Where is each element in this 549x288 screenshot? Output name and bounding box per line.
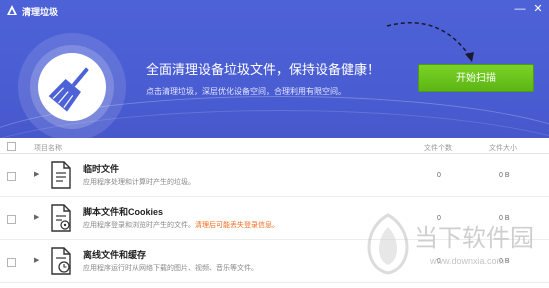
app-logo-icon xyxy=(7,5,17,15)
expand-arrow-icon[interactable]: ▶ xyxy=(34,213,39,221)
watermark-url: www.downxia.com xyxy=(430,256,505,266)
clock-file-icon xyxy=(51,247,71,275)
row-file-count: 0 xyxy=(437,172,441,179)
column-header-size: 文件大小 xyxy=(489,145,517,152)
column-header-count: 文件个数 xyxy=(424,145,452,152)
watermark-brand: 当下软件园 xyxy=(414,224,534,252)
hero-headline: 全面清理设备垃圾文件，保持设备健康！ xyxy=(146,62,381,77)
row-description-text: 应用程序登录和浏览时产生的文件。 xyxy=(83,222,195,229)
watermark-logo-icon xyxy=(367,213,409,275)
close-button[interactable]: ✕ xyxy=(530,2,546,16)
row-warning-text: 清理后可能丢失登录信息。 xyxy=(195,222,279,229)
row-checkbox[interactable] xyxy=(7,215,16,224)
row-name: 临时文件 xyxy=(83,164,120,174)
column-header-name: 项目名称 xyxy=(34,145,62,152)
row-name: 脚本文件和Cookies xyxy=(83,207,164,217)
minimize-button[interactable]: — xyxy=(512,2,528,16)
expand-arrow-icon[interactable]: ▶ xyxy=(34,170,39,178)
select-all-checkbox[interactable] xyxy=(7,142,16,151)
script-file-icon xyxy=(51,204,71,232)
header-banner: 清理垃圾 — ✕ 全面清理设备垃圾文件，保持设备健康！ 点击清理垃圾，深层优化设… xyxy=(0,0,549,138)
row-file-size: 0 B xyxy=(499,172,510,179)
expand-arrow-icon[interactable]: ▶ xyxy=(34,256,39,264)
row-checkbox[interactable] xyxy=(7,172,16,181)
row-description: 应用程序处理和计算时产生的垃圾。 xyxy=(83,177,195,187)
table-row[interactable]: ▶ 临时文件 应用程序处理和计算时产生的垃圾。 0 0 B xyxy=(0,155,549,197)
row-checkbox[interactable] xyxy=(7,258,16,267)
document-icon xyxy=(51,161,71,189)
start-scan-button[interactable]: 开始扫描 xyxy=(418,64,534,92)
dashed-arrow-icon xyxy=(386,22,474,62)
window-title: 清理垃圾 xyxy=(22,7,59,17)
row-name: 离线文件和缓存 xyxy=(83,250,147,260)
title-bar: 清理垃圾 — ✕ xyxy=(0,0,549,20)
row-description: 应用程序运行时从网络下载的图片、视频、音乐等文件。 xyxy=(83,263,258,273)
table-header: 项目名称 文件个数 文件大小 xyxy=(0,140,549,154)
row-description-text: 应用程序运行时从网络下载的图片、视频、音乐等文件。 xyxy=(83,265,258,272)
hero-subline: 点击清理垃圾，深层优化设备空间，合理利用有限空间。 xyxy=(146,87,346,96)
row-description-text: 应用程序处理和计算时产生的垃圾。 xyxy=(83,179,195,186)
broom-icon xyxy=(48,67,89,112)
row-description: 应用程序登录和浏览时产生的文件。清理后可能丢失登录信息。 xyxy=(83,220,279,230)
